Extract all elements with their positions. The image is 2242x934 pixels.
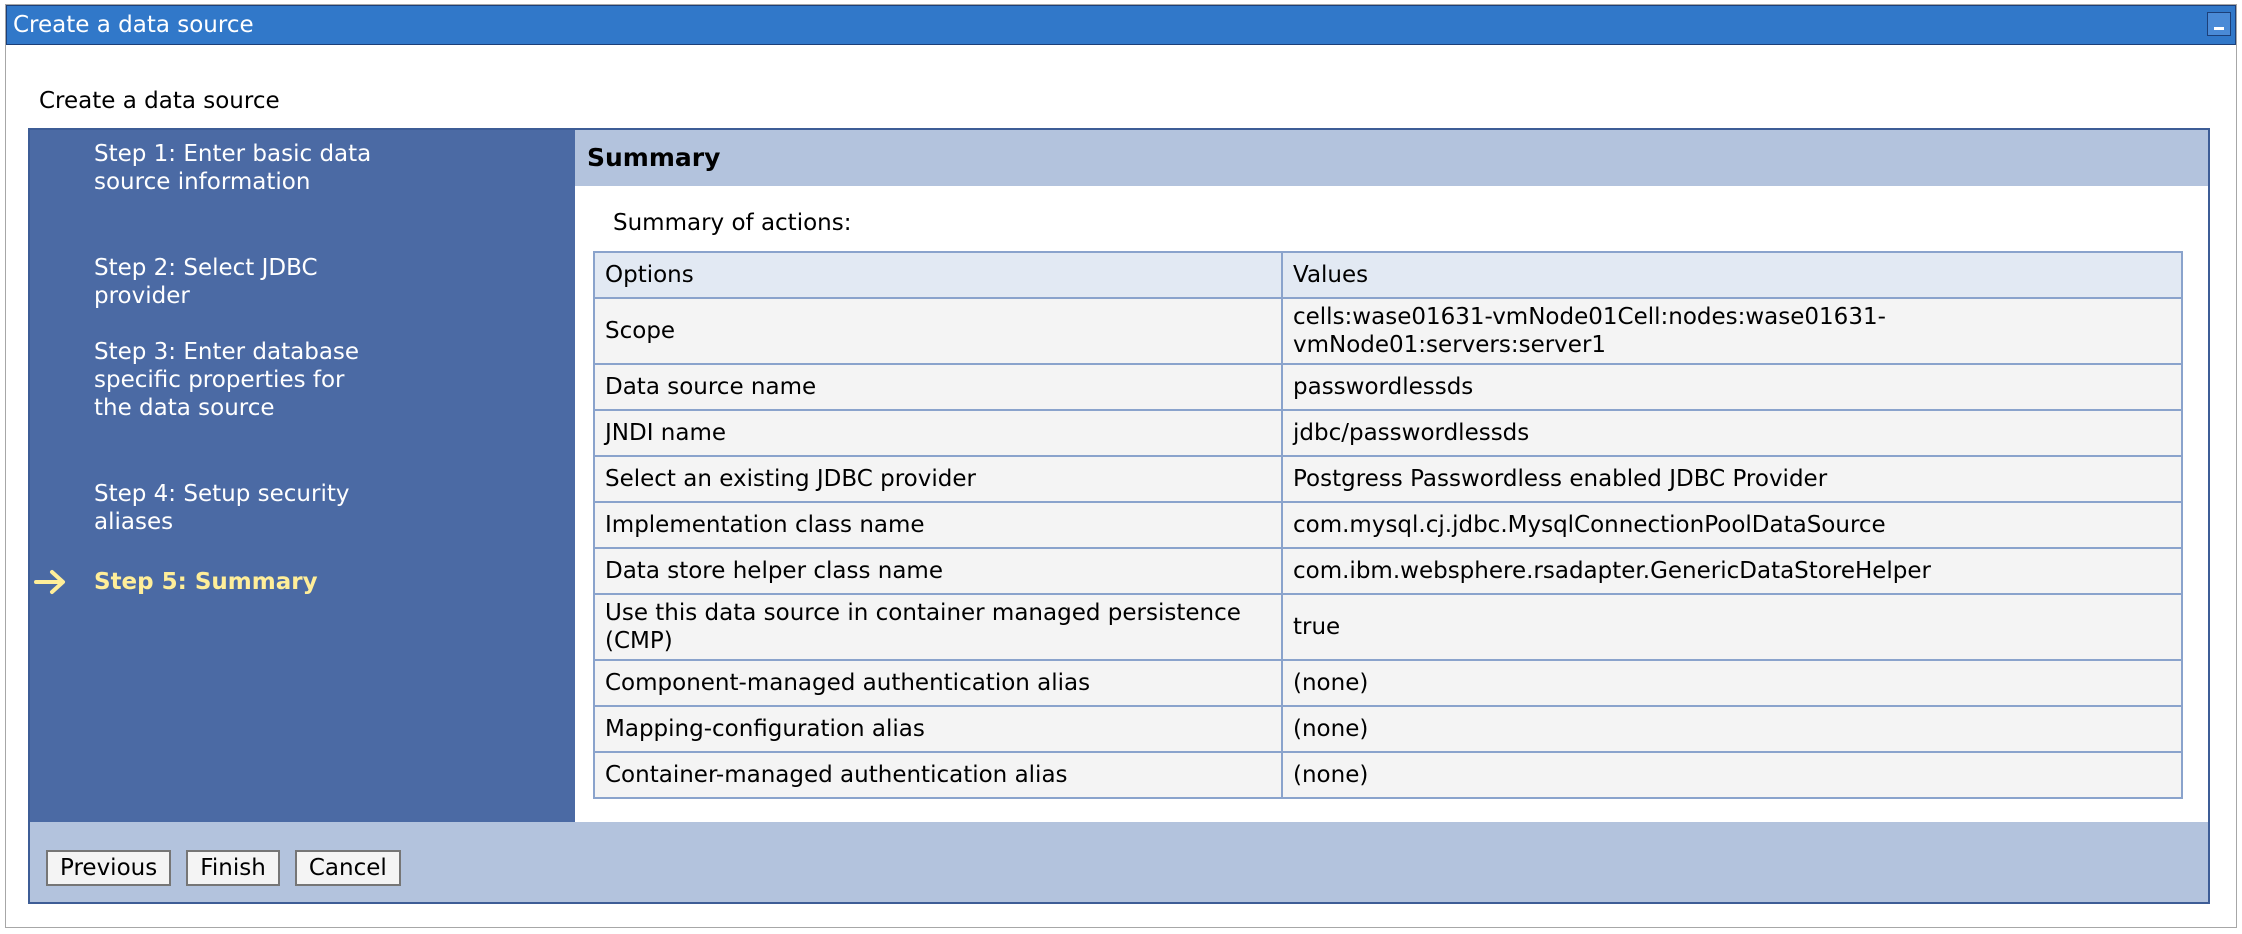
table-row: Scope cells:wase01631-vmNode01Cell:nodes…	[593, 297, 2183, 365]
right-arrow-icon	[34, 570, 65, 594]
window-titlebar: Create a data source	[6, 5, 2236, 45]
value-cell: passwordlessds	[1281, 363, 2183, 411]
column-header-values: Values	[1281, 251, 2183, 299]
table-row: Data store helper class name com.ibm.web…	[593, 547, 2183, 595]
step-1: Step 1: Enter basic data source informat…	[94, 141, 372, 195]
value-cell: com.ibm.websphere.rsadapter.GenericDataS…	[1281, 547, 2183, 595]
step-3: Step 3: Enter database specific properti…	[94, 339, 360, 421]
minimize-icon[interactable]	[2207, 12, 2231, 36]
table-row: Use this data source in container manage…	[593, 593, 2183, 661]
summary-section: Summary Summary of actions: Options Valu…	[575, 130, 2208, 822]
finish-button[interactable]: Finish	[186, 850, 280, 886]
option-cell: Select an existing JDBC provider	[593, 455, 1283, 503]
previous-button[interactable]: Previous	[46, 850, 172, 886]
summary-header: Summary	[575, 130, 2208, 186]
table-row: Mapping-configuration alias (none)	[593, 705, 2183, 753]
table-row: Data source name passwordlessds	[593, 363, 2183, 411]
value-cell: Postgress Passwordless enabled JDBC Prov…	[1281, 455, 2183, 503]
window-title: Create a data source	[13, 12, 254, 38]
option-cell: Container-managed authentication alias	[593, 751, 1283, 799]
value-cell: (none)	[1281, 659, 2183, 707]
table-row: JNDI name jdbc/passwordlessds	[593, 409, 2183, 457]
page-title: Create a data source	[39, 88, 280, 114]
wizard-panel: Step 1: Enter basic data source informat…	[28, 128, 2210, 904]
value-cell: jdbc/passwordlessds	[1281, 409, 2183, 457]
option-cell: Scope	[593, 297, 1283, 365]
option-cell: Use this data source in container manage…	[593, 593, 1283, 661]
table-row: Component-managed authentication alias (…	[593, 659, 2183, 707]
wizard-buttons: Previous Finish Cancel	[46, 850, 411, 886]
value-cell: (none)	[1281, 751, 2183, 799]
wizard-steps: Step 1: Enter basic data source informat…	[30, 130, 575, 822]
option-cell: Data store helper class name	[593, 547, 1283, 595]
column-header-options: Options	[593, 251, 1283, 299]
option-cell: JNDI name	[593, 409, 1283, 457]
value-cell: com.mysql.cj.jdbc.MysqlConnectionPoolDat…	[1281, 501, 2183, 549]
table-row: Implementation class name com.mysql.cj.j…	[593, 501, 2183, 549]
cancel-button[interactable]: Cancel	[294, 850, 401, 886]
option-cell: Data source name	[593, 363, 1283, 411]
table-row: Container-managed authentication alias (…	[593, 751, 2183, 799]
table-header-row: Options Values	[593, 251, 2183, 299]
summary-subtitle: Summary of actions:	[613, 210, 852, 236]
table-row: Select an existing JDBC provider Postgre…	[593, 455, 2183, 503]
option-cell: Component-managed authentication alias	[593, 659, 1283, 707]
value-cell: true	[1281, 593, 2183, 661]
summary-table: Options Values Scope cells:wase01631-vmN…	[593, 251, 2183, 799]
step-5-current: Step 5: Summary	[94, 569, 318, 595]
option-cell: Mapping-configuration alias	[593, 705, 1283, 753]
step-4: Step 4: Setup security aliases	[94, 481, 350, 535]
value-cell: (none)	[1281, 705, 2183, 753]
option-cell: Implementation class name	[593, 501, 1283, 549]
step-2: Step 2: Select JDBC provider	[94, 255, 318, 309]
value-cell: cells:wase01631-vmNode01Cell:nodes:wase0…	[1281, 297, 2183, 365]
